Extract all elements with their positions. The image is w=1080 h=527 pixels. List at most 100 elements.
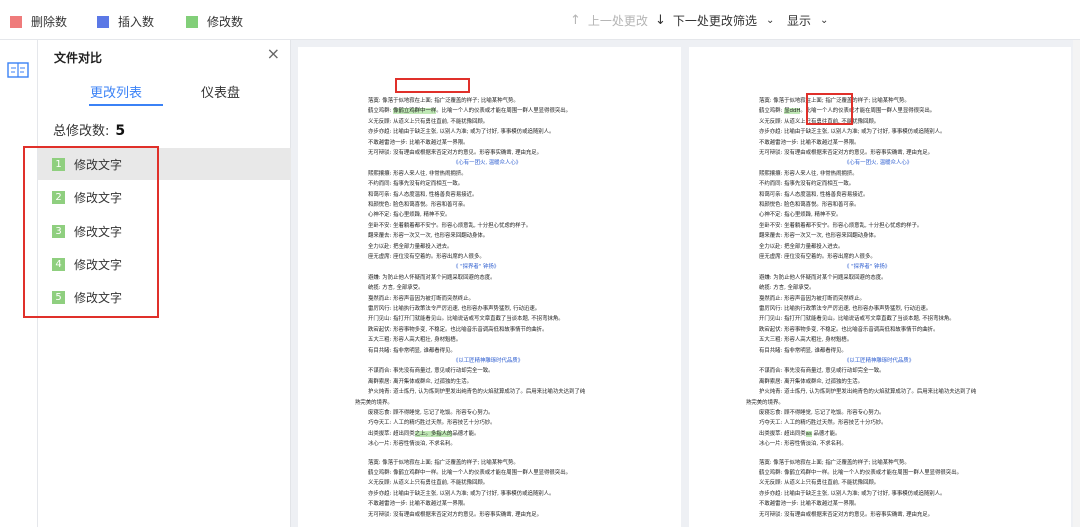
tab-change-list[interactable]: 更改列表 [90, 82, 142, 101]
total-changes-value: 5 [115, 123, 126, 139]
prev-change-button[interactable]: ↑ 上一处更改 [570, 12, 648, 29]
filter-label: 筛选 [733, 14, 758, 28]
chevron-down-icon: ⌄ [766, 15, 775, 26]
document-line: 座无虚席: 座位没有空着的。形容出席的人很多。 [368, 254, 485, 260]
chevron-down-icon: ⌄ [820, 15, 829, 26]
document-line: 废寝忘食: 顾不得睡觉, 忘记了吃饭。形容专心努力。 [759, 410, 885, 416]
document-line: 义无反顾: 从道义上只有勇往直前, 不能犹豫回顾。 [368, 480, 489, 487]
toolbar: 删除数 插入数 修改数 ↑ 上一处更改 ↓ 下一处更改 筛选 ⌄ 显示 ⌄ [0, 0, 1080, 40]
document-line: 护火炖青: 道士炼丹, 认为炼到炉里发出纯青色的火焰就算成功了。后用来比喻功夫达… [759, 389, 977, 396]
modified-text-highlight[interactable]: 显ddH [784, 108, 801, 115]
document-line: 避嫌: 为防止他人怀疑而对某个问题采取回避的态度。 [759, 274, 887, 281]
filter-dropdown[interactable]: 筛选 ⌄ [733, 12, 774, 29]
document-line: 熟完美的境界。 [746, 399, 784, 406]
document-line: 义无反顾: 从道义上只有勇往直前, 不能犹豫回顾。 [368, 118, 489, 125]
document-line: 不敢越雷池一步: 比喻不敢越过某一界限。 [368, 501, 469, 508]
document-line: 座无虚席: 座位没有空着的。形容出席的人很多。 [759, 254, 876, 260]
document-line: 离群索居: 离开集体或群众, 过孤独的生活。 [759, 378, 863, 385]
document-line: 坐卧不安: 坐着躺着都不安宁。形容心烦意乱, 十分担心忧虑的样子。 [759, 222, 923, 229]
document-line: 《 "探界者" 钟扬》 [453, 264, 500, 271]
document-line: 翻来覆去: 形容一次又一次, 也形容来回翻动身体。 [759, 233, 880, 240]
document-line: 和蔼可亲: 指人态度温和, 性格善良容易接近。 [759, 191, 869, 198]
document-line: 离群索居: 离开集体或群众, 过孤独的生活。 [368, 378, 472, 385]
legend-inserted-label: 插入数 [118, 15, 155, 29]
modified-swatch [186, 15, 198, 28]
modified-text-highlight[interactable]: 像鹤立鸡群中一样 [393, 108, 437, 115]
document-line: 亦步亦趋: 比喻由于缺乏主张, 以别人为准; 或为了讨好, 事事模仿或追随别人。 [759, 129, 946, 136]
document-line: 有目共睹: 指非常明显, 谁都看得见。 [368, 347, 456, 354]
document-line: 戛然而止: 形容声音因为被打断而突然终止。 [368, 295, 474, 302]
document-line: 雷厉风行: 比喻执行政策法令严厉迅速, 也形容办事声势猛烈, 行动迅速。 [368, 306, 541, 312]
document-line: 冰心一片: 形容性情淡泊, 不求名利。 [759, 441, 847, 448]
document-line: 不敢越雷池一步: 比喻不敢越过某一界限。 [759, 139, 860, 146]
next-change-button[interactable]: ↓ 下一处更改 [655, 12, 733, 29]
legend-deleted-label: 删除数 [31, 15, 68, 29]
document-line: 《以工匠精神雕琢时代品质》 [453, 358, 524, 364]
arrow-down-icon: ↓ [655, 13, 666, 28]
total-changes: 总修改数: 5 [53, 120, 125, 139]
document-line: 坐卧不安: 坐着躺着都不安宁。形容心烦意乱, 十分担心忧虑的样子。 [368, 222, 532, 229]
modified-text-highlight[interactable]: as [805, 430, 812, 437]
inserted-swatch [97, 15, 109, 28]
document-line: 全力以赴: 把全部力量都投入进去。 [368, 243, 453, 250]
annotation-box [23, 146, 159, 318]
close-icon[interactable]: × [267, 44, 280, 63]
document-line: 戛然而止: 形容声音因为被打断而突然终止。 [759, 295, 865, 302]
document-line: 无可辩驳: 没有理由或根据来否定对方的意见。形容事实确凿, 理由充足。 [759, 511, 934, 518]
document-line: 跌宕起伏: 形容事物多变, 不稳定。也比喻音乐音调高低和故事情节的曲折。 [368, 326, 548, 333]
document-line: 无可辩驳: 没有理由或根据来否定对方的意见。形容事实确凿, 理由充足。 [368, 511, 543, 518]
tab-dashboard[interactable]: 仪表盘 [201, 82, 240, 101]
document-line: 五大三粗: 形容人高大粗壮, 身材魁梧。 [368, 337, 462, 344]
document-line: 熙熙攘攘: 形容人来人往, 非常热闹拥挤。 [368, 170, 467, 177]
revised-document[interactable]: 落寞: 像落于似地寂在上面; 指广泛覆盖的样子; 比喻某种气势。 鹤立鸡群: 显d… [689, 47, 1071, 527]
active-tab-indicator [89, 104, 163, 106]
document-line: 鹤立鸡群: 像鹤立鸡群中一样。比喻一个人的仪表或才能在周围一群人里显得很突出。 [368, 470, 571, 476]
document-line: 不敢越雷池一步: 比喻不敢越过某一界限。 [759, 501, 860, 508]
document-line: 巧夺天工: 人工的精巧胜过天然。形容技艺十分巧妙。 [759, 420, 887, 427]
document-line: 鹤立鸡群: 像鹤立鸡群中一样。比喻一个人的仪表或才能在周围一群人里显得很突出。 [759, 470, 962, 476]
document-line: 无可辩驳: 没有理由或根据来否定对方的意见。形容事实确凿, 理由充足。 [368, 150, 543, 156]
document-line: 废寝忘食: 顾不得睡觉, 忘记了吃饭。形容专心努力。 [368, 410, 494, 416]
document-line: 翻来覆去: 形容一次又一次, 也形容来回翻动身体。 [368, 233, 489, 240]
display-label: 显示 [787, 14, 812, 28]
deleted-swatch [10, 15, 22, 28]
document-line: 落寞: 像落于似地寂在上面; 指广泛覆盖的样子; 比喻某种气势。 [368, 98, 519, 104]
annotation-box [395, 78, 470, 93]
document-line: 出类拔萃: 超出同类as 品德才能。 [759, 430, 841, 437]
document-line: 开门见山: 指打开门就能看见山。比喻说话或写文章直截了当谈本题, 不拐弯抹角。 [759, 316, 955, 323]
document-line: 《 "探界者" 钟扬》 [844, 264, 891, 271]
legend-inserted: 插入数 [97, 13, 154, 30]
legend-modified: 修改数 [186, 13, 243, 30]
document-line: 《心有一团火, 温暖众人心》 [453, 160, 522, 167]
next-change-label: 下一处更改 [672, 14, 733, 28]
document-line: 亦步亦趋: 比喻由于缺乏主张, 以别人为准; 或为了讨好, 事事模仿或追随别人。 [368, 129, 555, 136]
prev-change-label: 上一处更改 [587, 14, 648, 28]
document-line: 统揽: 方言, 全部承受。 [368, 285, 424, 292]
document-line: 有目共睹: 指非常明显, 谁都看得见。 [759, 347, 847, 354]
document-line: 避嫌: 为防止他人怀疑而对某个问题采取回避的态度。 [368, 274, 496, 281]
document-line: 鹤立鸡群: 像鹤立鸡群中一样。比喻一个人的仪表或才能在周围一群人里显得很突出。 [368, 108, 572, 115]
total-changes-label: 总修改数: [53, 124, 110, 139]
document-line: 全力以赴: 把全部力量都投入进去。 [759, 243, 844, 250]
document-line: 五大三粗: 形容人高大粗壮, 身材魁梧。 [759, 337, 853, 344]
document-line: 《以工匠精神雕琢时代品质》 [844, 358, 915, 364]
document-line: 雷厉风行: 比喻执行政策法令严厉迅速, 也形容办事声势猛烈, 行动迅速。 [759, 306, 932, 312]
compare-icon[interactable] [6, 60, 30, 80]
document-line: 不敢越雷池一步: 比喻不敢越过某一界限。 [368, 139, 469, 146]
compare-panel: 文件对比 × 更改列表 仪表盘 总修改数: 5 1 修改文字 2 修改文字 3 修… [23, 40, 291, 527]
document-line: 护火炖青: 道士炼丹, 认为炼到炉里发出纯青色的火焰就算成功了。后用来比喻功夫达… [368, 389, 586, 396]
original-document[interactable]: 落寞: 像落于似地寂在上面; 指广泛覆盖的样子; 比喻某种气势。鹤立鸡群: 像鹤… [298, 47, 681, 527]
document-line: 不约而同: 指事先没有约定而相互一致。 [368, 181, 464, 188]
document-line: 义无反顾: 从道义上只有勇往直前, 不能犹豫回顾。 [759, 480, 880, 487]
document-line: 心神不定: 指心里烦躁, 精神不安。 [368, 212, 451, 219]
display-dropdown[interactable]: 显示 ⌄ [787, 12, 828, 29]
document-line: 统揽: 方言, 全部承受。 [759, 285, 815, 292]
document-line: 开门见山: 指打开门就能看见山。比喻说话或写文章直截了当谈本题, 不拐弯抹角。 [368, 316, 564, 323]
annotation-box [806, 93, 853, 125]
document-line: 和颜悦色: 脸色和蔼喜悦。形容和善可亲。 [368, 202, 469, 208]
modified-text-highlight[interactable]: 之上。多指人的 [414, 430, 453, 437]
document-line: 落寞: 像落于似地寂在上面; 指广泛覆盖的样子; 比喻某种气势。 [759, 459, 910, 466]
document-line: 《心有一团火, 温暖众人心》 [844, 160, 913, 167]
scrollbar[interactable] [1073, 40, 1080, 527]
document-line: 冰心一片: 形容性情淡泊, 不求名利。 [368, 441, 456, 448]
